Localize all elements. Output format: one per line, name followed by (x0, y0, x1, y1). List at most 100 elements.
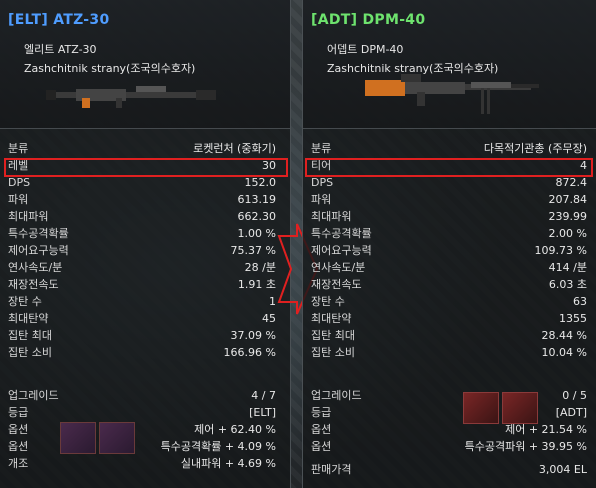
stat-label: 옵션 (311, 440, 332, 453)
option-row: 옵션 제어 + 21.54 % (303, 421, 596, 438)
upgrade-row: 업그레이드 4 / 7 (0, 387, 290, 404)
stat-value: 0 / 5 (562, 389, 587, 402)
price-row: 판매가격 3,004 EL (303, 461, 596, 478)
stat-row: 분류 로켓런처 (중화기) (0, 140, 290, 157)
stat-label: DPS (8, 176, 31, 189)
stat-label: 옵션 (311, 423, 332, 436)
mod-slot-icon[interactable] (60, 422, 96, 454)
mod-slot-icon[interactable] (502, 392, 538, 424)
stat-value: 30 (262, 159, 276, 172)
upgrade-row: 업그레이드 0 / 5 (303, 387, 596, 404)
stat-value: 4 (580, 159, 587, 172)
stat-label: 최대파워 (311, 210, 352, 223)
stat-row: 장탄 수1 (0, 293, 290, 310)
stat-label: 파워 (8, 193, 29, 206)
stat-label: 특수공격확률 (311, 227, 372, 240)
stat-row: 분류 다목적기관총 (주무장) (303, 140, 596, 157)
stat-value: 실내파워 + 4.69 % (180, 457, 276, 470)
stat-label: 장탄 수 (311, 295, 345, 308)
stat-label: 분류 (311, 142, 332, 155)
mod-slots (463, 392, 538, 424)
stat-row: 최대탄약 45 (0, 310, 290, 327)
stat-value: 6.03 초 (548, 278, 587, 291)
stat-row: 파워 207.84 (303, 191, 596, 208)
tooltip-header: [ELT] ATZ-30 엘리트 ATZ-30 Zashchitnik stra… (0, 0, 290, 129)
stat-label: 최대탄약 (8, 312, 49, 325)
stat-value: 3,004 EL (538, 463, 587, 476)
stat-value: 제어 + 62.40 % (194, 423, 276, 436)
stat-row-tier: 티어 4 (303, 157, 596, 174)
stat-row: 집탄 소비 166.96 % (0, 344, 290, 361)
stat-value: 2.00 % (548, 227, 587, 240)
stat-value: 872.4 (555, 176, 588, 189)
stat-value: [ELT] (249, 406, 276, 419)
stat-row: 집탄 최대 37.09 % (0, 327, 290, 344)
stat-value: 10.04 % (541, 346, 587, 359)
stat-row: 최대파워 239.99 (303, 208, 596, 225)
stat-label: 장탄 수 (8, 295, 42, 308)
stat-label: 최대탄약 (311, 312, 352, 325)
stat-label: 집탄 최대 (311, 329, 355, 342)
stat-label: 티어 (311, 159, 332, 172)
grade-row: 등급 [ELT] (0, 404, 290, 421)
stat-value: 207.84 (548, 193, 588, 206)
stat-label: 파워 (311, 193, 332, 206)
stats-list: 분류 다목적기관총 (주무장) 티어 4 DPS 872.4 파워 207.84 최대파… (303, 140, 596, 361)
stat-value: 특수공격파워 + 39.95 % (464, 440, 587, 453)
stat-label: 연사속도/분 (8, 261, 63, 274)
stat-row: 재장전속도 1.91 초 (0, 276, 290, 293)
stat-value: 1.91 초 (237, 278, 276, 291)
stat-label: 집탄 소비 (311, 346, 355, 359)
stat-label: 특수공격확률 (8, 227, 69, 240)
stat-value: 63 (573, 295, 587, 308)
item-name: 엘리트 ATZ-30 (24, 43, 97, 56)
item-tooltip-right: [ADT] DPM-40 어뎁트 DPM-40 Zashchitnik stra… (302, 0, 596, 488)
stat-row: 연사속도/분 28 /분 (0, 259, 290, 276)
stat-label: 분류 (8, 142, 29, 155)
mod-slot-icon[interactable] (463, 392, 499, 424)
stat-value: 28.44 % (541, 329, 587, 342)
stat-value: 75.37 % (230, 244, 276, 257)
stat-label: 연사속도/분 (311, 261, 366, 274)
machine-gun-icon (365, 74, 539, 114)
stat-label: 업그레이드 (311, 389, 362, 402)
grade-row: 등급 [ADT] (303, 404, 596, 421)
stat-label: 등급 (8, 406, 29, 419)
stat-row: 최대파워 662.30 (0, 208, 290, 225)
stat-value: 613.19 (237, 193, 277, 206)
stat-value: 다목적기관총 (주무장) (483, 142, 587, 155)
stat-value: 239.99 (548, 210, 588, 223)
stat-value: 45 (262, 312, 276, 325)
stat-value: 1355 (559, 312, 587, 325)
stat-value: 1.00 % (237, 227, 276, 240)
stat-label: 집탄 최대 (8, 329, 52, 342)
stat-label: 옵션 (8, 423, 29, 436)
item-title: [ELT] ATZ-30 (8, 12, 110, 28)
mod-slots (60, 422, 135, 454)
option-row: 옵션 제어 + 62.40 % (0, 421, 290, 438)
stat-row: 제어요구능력 75.37 % (0, 242, 290, 259)
upgrade-section: 업그레이드 0 / 5 등급 [ADT] 옵션 제어 + 21.54 % 옵션 특수공격… (303, 387, 596, 478)
stat-row: 특수공격확률 1.00 % (0, 225, 290, 242)
item-name: 어뎁트 DPM-40 (327, 43, 404, 56)
stat-label: 제어요구능력 (311, 244, 372, 257)
stat-row: 특수공격확률 2.00 % (303, 225, 596, 242)
stat-label: 업그레이드 (8, 389, 59, 402)
item-title: [ADT] DPM-40 (311, 12, 426, 28)
stat-label: 제어요구능력 (8, 244, 69, 257)
stat-value: 662.30 (237, 210, 277, 223)
upgrade-section: 업그레이드 4 / 7 등급 [ELT] 옵션 제어 + 62.40 % 옵션 특수공격… (0, 387, 290, 472)
stat-value: 166.96 % (223, 346, 276, 359)
stat-label: 최대파워 (8, 210, 49, 223)
rocket-launcher-icon (46, 86, 216, 108)
stat-row: 파워 613.19 (0, 191, 290, 208)
stat-label: 개조 (8, 457, 29, 470)
item-tooltip-left: [ELT] ATZ-30 엘리트 ATZ-30 Zashchitnik stra… (0, 0, 291, 488)
option-row: 옵션 특수공격파워 + 39.95 % (303, 438, 596, 455)
stat-row: DPS 152.0 (0, 174, 290, 191)
stat-label: 레벨 (8, 159, 29, 172)
stat-row: 집탄 최대 28.44 % (303, 327, 596, 344)
stats-list: 분류 로켓런처 (중화기) 레벨 30 DPS 152.0 파워 613.19 최대파워… (0, 140, 290, 361)
stat-label: DPS (311, 176, 334, 189)
mod-slot-icon[interactable] (99, 422, 135, 454)
